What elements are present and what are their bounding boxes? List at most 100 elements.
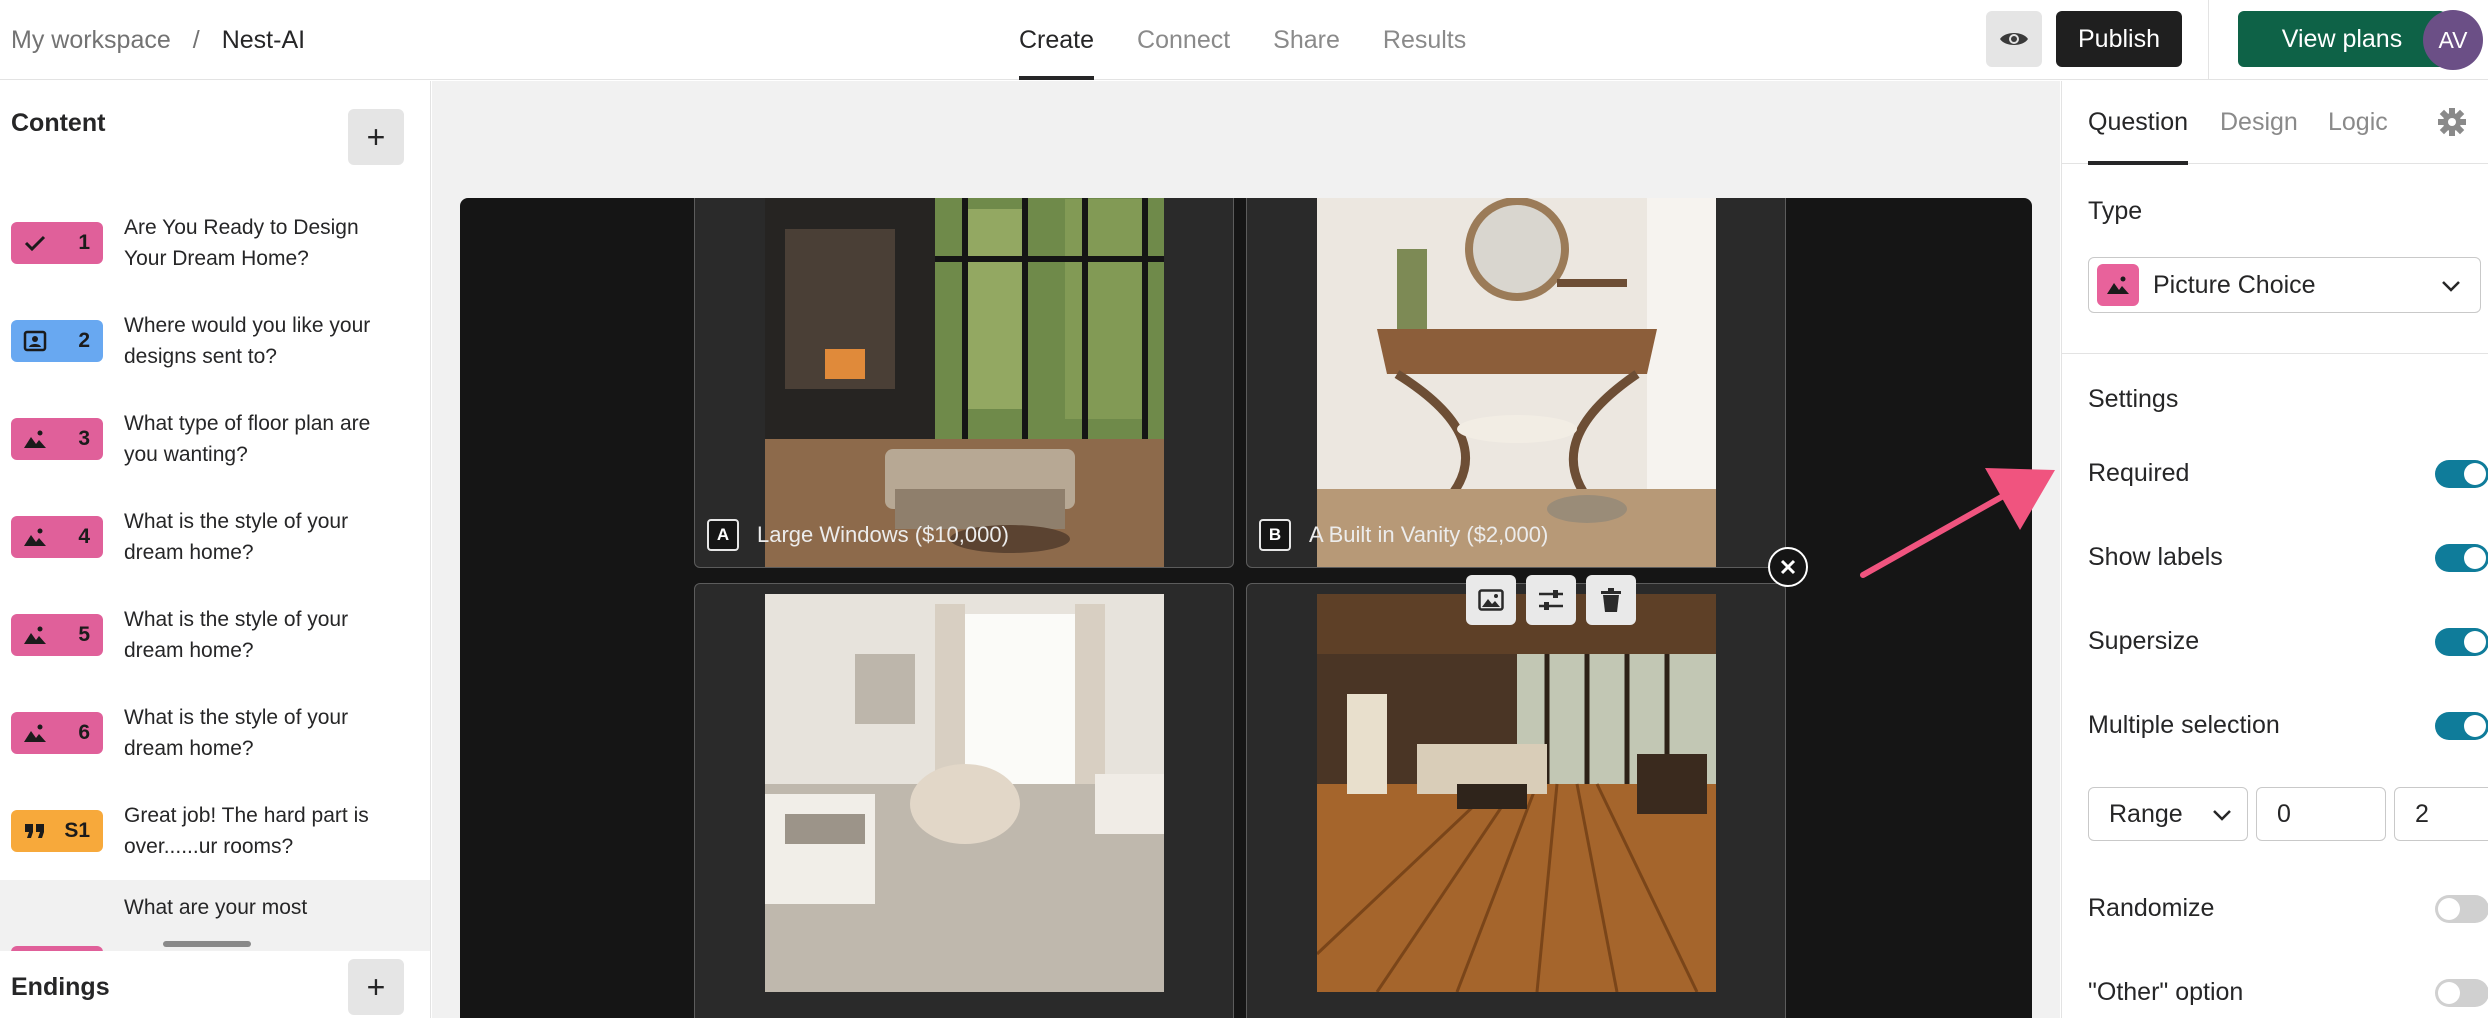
trash-icon [1601, 588, 1621, 612]
picture-icon [24, 528, 46, 546]
form-preview: A Large Windows ($10,000) B A Built in V… [460, 198, 2032, 1018]
question-badge: 5 [11, 614, 103, 656]
replace-image-button[interactable] [1466, 575, 1516, 625]
endings-section: Endings + [0, 951, 430, 1018]
choice-key: A [707, 519, 739, 551]
preview-button[interactable] [1986, 11, 2042, 67]
choice-text[interactable]: A Built in Vanity ($2,000) [1309, 522, 1548, 548]
header-divider [2208, 0, 2209, 80]
section-divider [2062, 353, 2488, 354]
picture-icon [24, 430, 46, 448]
question-number: 2 [78, 329, 90, 352]
content-heading: Content [11, 109, 106, 137]
check-icon [24, 235, 46, 252]
choice-image [1317, 594, 1716, 992]
top-bar: My workspace / Nest-AI Create Connect Sh… [0, 0, 2488, 80]
choice-card-d[interactable] [1246, 583, 1786, 1018]
list-item[interactable]: 2 Where would you like your designs sent… [0, 292, 430, 390]
gear-icon[interactable] [2437, 107, 2467, 137]
tab-results[interactable]: Results [1383, 0, 1466, 80]
picture-icon [24, 626, 46, 644]
settings-heading: Settings [2088, 385, 2179, 413]
other-option-toggle[interactable] [2435, 979, 2488, 1007]
tab-design[interactable]: Design [2220, 81, 2298, 164]
required-toggle[interactable] [2435, 460, 2488, 488]
setting-randomize: Randomize [2088, 888, 2488, 928]
question-title: What is the style of your dream home? [124, 510, 349, 564]
list-item[interactable]: 4 What is the style of your dream home? [0, 488, 430, 586]
breadcrumb-form-name[interactable]: Nest-AI [222, 26, 305, 55]
breadcrumb: My workspace / Nest-AI [11, 0, 305, 80]
chevron-down-icon [2213, 810, 2231, 821]
choice-label: B A Built in Vanity ($2,000) [1259, 519, 1548, 551]
image-settings-button[interactable] [1526, 575, 1576, 625]
question-type-select[interactable]: Picture Choice [2088, 257, 2481, 313]
range-mode-value: Range [2109, 799, 2183, 828]
randomize-toggle[interactable] [2435, 895, 2488, 923]
list-item[interactable]: 1 Are You Ready to Design Your Dream Hom… [0, 194, 430, 292]
choice-label: A Large Windows ($10,000) [707, 519, 1009, 551]
question-number: 6 [78, 721, 90, 744]
annotation-arrow-icon [1860, 468, 2055, 578]
close-icon[interactable] [1768, 547, 1808, 587]
panel-tabs: Question Design Logic [2062, 81, 2488, 165]
tab-logic[interactable]: Logic [2328, 81, 2388, 164]
main-nav-tabs: Create Connect Share Results [1019, 0, 1509, 80]
setting-label: Required [2088, 458, 2190, 487]
question-badge: 6 [11, 712, 103, 754]
list-item[interactable]: S1 Great job! The hard part is over.....… [0, 782, 430, 880]
question-settings-panel: Question Design Logic Type Picture Choic… [2061, 81, 2488, 1018]
breadcrumb-workspace[interactable]: My workspace [11, 26, 171, 55]
question-badge: 3 [11, 418, 103, 460]
setting-label: Show labels [2088, 542, 2223, 571]
tab-question[interactable]: Question [2088, 81, 2189, 165]
list-item[interactable]: 3 What type of floor plan are you wantin… [0, 390, 430, 488]
type-heading: Type [2088, 197, 2143, 225]
eye-icon [2000, 33, 2028, 45]
delete-choice-button[interactable] [1586, 575, 1636, 625]
avatar[interactable]: AV [2423, 10, 2483, 70]
question-title: What type of floor plan are you wanting? [124, 412, 371, 466]
sidebar-scrollbar[interactable] [163, 941, 251, 947]
choice-card-a[interactable]: A Large Windows ($10,000) [694, 198, 1234, 568]
sliders-icon [1539, 590, 1563, 610]
question-badge: 2 [11, 320, 103, 362]
tab-create[interactable]: Create [1019, 0, 1095, 80]
setting-label: Multiple selection [2088, 710, 2280, 739]
choice-card-b[interactable]: B A Built in Vanity ($2,000) [1246, 198, 1786, 568]
choice-image [1317, 198, 1716, 567]
multiple-selection-toggle[interactable] [2435, 712, 2488, 740]
choice-key: B [1259, 519, 1291, 551]
list-item[interactable]: 5 What is the style of your dream home? [0, 586, 430, 684]
tab-connect[interactable]: Connect [1137, 0, 1230, 80]
quote-icon [25, 824, 44, 838]
question-title: Great job! The hard part is over......ur… [124, 804, 369, 858]
choice-text[interactable]: Large Windows ($10,000) [757, 522, 1009, 548]
add-ending-button[interactable]: + [348, 959, 404, 1015]
add-question-button[interactable]: + [348, 109, 404, 165]
question-title: What are your most [124, 896, 308, 919]
question-number: 5 [78, 623, 90, 646]
setting-show-labels: Show labels [2088, 537, 2488, 577]
setting-label: Randomize [2088, 893, 2215, 922]
supersize-toggle[interactable] [2435, 628, 2488, 656]
range-mode-select[interactable]: Range [2088, 787, 2248, 841]
question-title: What is the style of your dream home? [124, 706, 349, 760]
picture-icon [2097, 264, 2139, 306]
tab-share[interactable]: Share [1273, 0, 1340, 80]
choice-card-c[interactable] [694, 583, 1234, 1018]
publish-button[interactable]: Publish [2056, 11, 2182, 67]
question-badge: S1 [11, 810, 103, 852]
range-min-input[interactable]: 0 [2256, 787, 2386, 841]
question-title: Where would you like your designs sent t… [124, 314, 371, 368]
show-labels-toggle[interactable] [2435, 544, 2488, 572]
question-title: What is the style of your dream home? [124, 608, 349, 662]
setting-label: Supersize [2088, 626, 2200, 655]
selection-range: Range 0 2 [2088, 787, 2488, 841]
picture-icon [24, 724, 46, 742]
list-item[interactable]: 6 What is the style of your dream home? [0, 684, 430, 782]
question-number: 4 [78, 525, 90, 548]
range-max-input[interactable]: 2 [2394, 787, 2488, 841]
view-plans-button[interactable]: View plans [2238, 11, 2446, 67]
question-title: Are You Ready to Design Your Dream Home? [124, 216, 359, 270]
